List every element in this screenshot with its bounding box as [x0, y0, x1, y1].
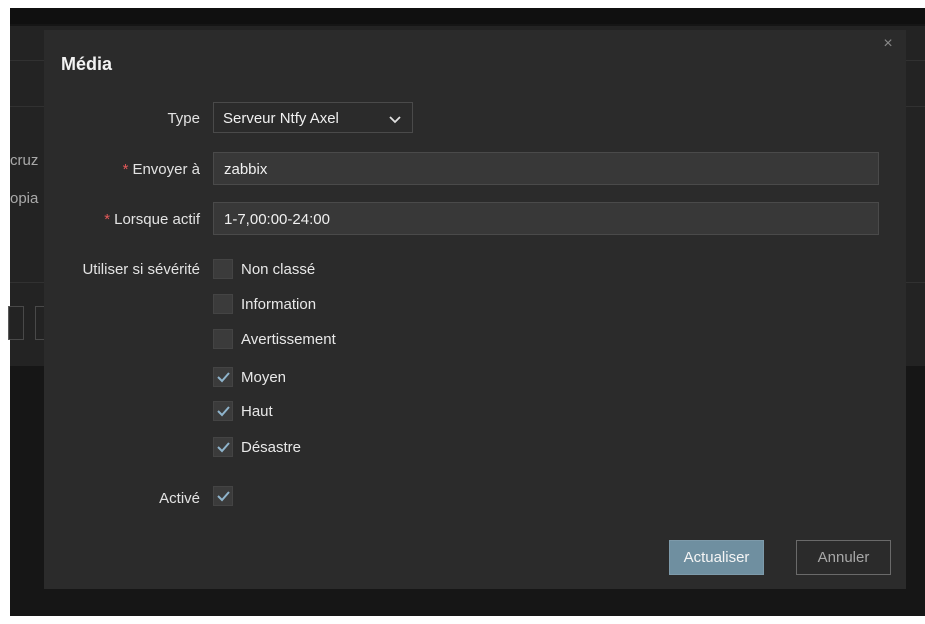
send-to-label: * Envoyer à [123, 161, 200, 178]
checkmark-icon [217, 372, 230, 383]
severity-option-label: Avertissement [241, 331, 336, 348]
enabled-label: Activé [159, 490, 200, 507]
severity-option-label: Information [241, 296, 317, 313]
cancel-button[interactable]: Annuler [796, 540, 891, 575]
when-active-label: * Lorsque actif [104, 211, 200, 228]
when-active-label-text: Lorsque actif [114, 211, 200, 228]
send-to-input[interactable]: zabbix [213, 152, 879, 185]
required-marker: * [122, 161, 129, 178]
chevron-down-icon [388, 112, 402, 124]
severity-checkbox-average[interactable] [213, 367, 233, 387]
when-active-value: 1-7,00:00-24:00 [224, 211, 330, 228]
severity-label: Utiliser si sévérité [82, 261, 200, 278]
severity-checkbox-warning[interactable] [213, 329, 233, 349]
severity-option-label: Non classé [241, 261, 316, 278]
checkmark-icon [217, 406, 230, 417]
type-select[interactable]: Serveur Ntfy Axel [213, 102, 413, 133]
media-dialog: Média × Type Serveur Ntfy Axel * Envoyer … [44, 30, 906, 589]
severity-checkbox-information[interactable] [213, 294, 233, 314]
send-to-value: zabbix [224, 161, 268, 178]
severity-checkbox-high[interactable] [213, 401, 233, 421]
severity-option-label: Désastre [241, 439, 302, 456]
send-to-label-text: Envoyer à [132, 161, 200, 178]
severity-checkbox-disaster[interactable] [213, 437, 233, 457]
enabled-checkbox[interactable] [213, 486, 233, 506]
severity-option-label: Haut [241, 403, 273, 420]
when-active-input[interactable]: 1-7,00:00-24:00 [213, 202, 879, 235]
severity-checkbox-not-classified[interactable] [213, 259, 233, 279]
dialog-title: Média [61, 54, 113, 74]
type-select-value: Serveur Ntfy Axel [223, 110, 339, 127]
type-label: Type [167, 110, 200, 127]
checkmark-icon [217, 491, 230, 502]
checkmark-icon [217, 442, 230, 453]
update-button[interactable]: Actualiser [669, 540, 764, 575]
close-icon[interactable]: × [880, 36, 896, 52]
severity-option-label: Moyen [241, 369, 287, 386]
required-marker: * [104, 211, 111, 228]
